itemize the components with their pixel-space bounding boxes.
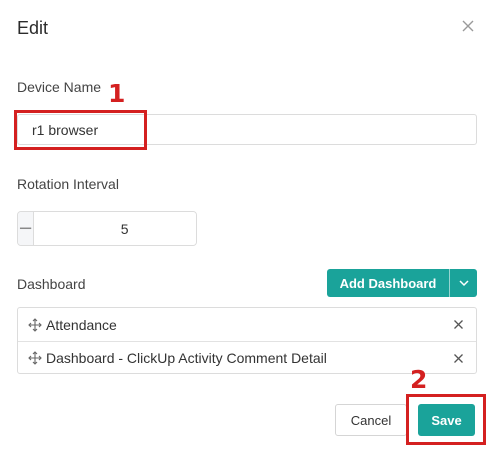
- cancel-button[interactable]: Cancel: [335, 404, 407, 436]
- drag-handle-icon[interactable]: [28, 351, 42, 365]
- remove-icon[interactable]: [453, 319, 464, 330]
- dropdown-toggle[interactable]: [449, 269, 477, 297]
- decrement-button[interactable]: −: [18, 212, 35, 245]
- dashboard-item-label: Dashboard - ClickUp Activity Comment Det…: [46, 350, 327, 366]
- close-icon[interactable]: [459, 17, 477, 35]
- add-dashboard-label: Add Dashboard: [339, 275, 437, 291]
- dialog-title: Edit: [17, 18, 49, 38]
- drag-handle-icon[interactable]: [28, 317, 42, 332]
- annotation-box-2: [406, 394, 486, 445]
- rotation-interval-label: Rotation Interval: [17, 176, 119, 192]
- dashboard-item-label: Attendance: [46, 316, 117, 333]
- dashboard-label: Dashboard: [17, 276, 86, 292]
- annotation-box-1: [14, 110, 147, 150]
- add-dashboard-button[interactable]: Add Dashboard: [327, 269, 477, 297]
- list-item: Attendance: [18, 308, 476, 341]
- rotation-interval-stepper: − +: [17, 211, 197, 246]
- list-item: Dashboard - ClickUp Activity Comment Det…: [18, 341, 476, 374]
- chevron-down-icon: [458, 279, 469, 286]
- annotation-marker-2: 2: [410, 365, 428, 394]
- rotation-interval-input[interactable]: [34, 212, 196, 245]
- annotation-marker-1: 1: [108, 79, 126, 108]
- device-name-label: Device Name: [17, 79, 102, 95]
- dashboard-list: Attendance Dashboard - ClickUp Activity …: [17, 307, 477, 374]
- remove-icon[interactable]: [453, 353, 464, 364]
